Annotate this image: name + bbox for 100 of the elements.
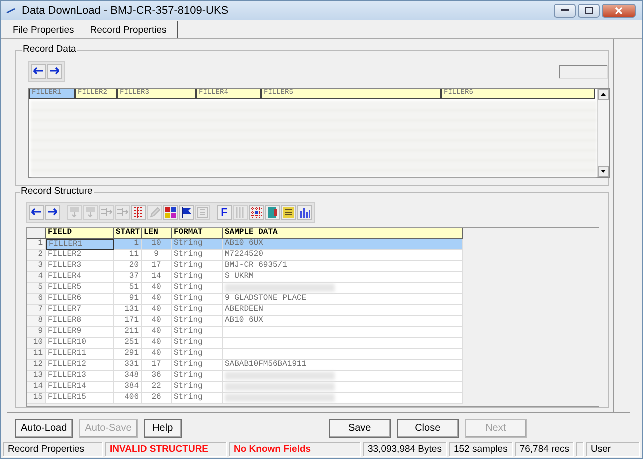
table-cell: 406	[114, 393, 142, 404]
dialog-button[interactable]: Help	[144, 418, 182, 438]
table-cell: FILLER6	[46, 294, 114, 305]
table-cell: 40	[142, 294, 172, 305]
table-cell: FILLER2	[46, 250, 114, 261]
toolbar-button[interactable]	[45, 205, 60, 220]
row-number: 12	[27, 360, 46, 371]
status-text: Record Properties	[3, 442, 103, 457]
dotted-grid-icon	[250, 206, 263, 219]
table-cell: 11	[114, 250, 142, 261]
row-number: 15	[27, 393, 46, 404]
status-panel	[576, 442, 584, 457]
minimize-icon	[561, 9, 569, 12]
table-cell: 384	[114, 382, 142, 393]
close-button[interactable]	[602, 4, 636, 18]
table-cell: 331	[114, 360, 142, 371]
row-number: 2	[27, 250, 46, 261]
row-number: 7	[27, 305, 46, 316]
row-number: 1	[27, 239, 46, 250]
table-cell: FILLER7	[46, 305, 114, 316]
table-cell: 26	[142, 393, 172, 404]
table-cell: String	[172, 393, 223, 404]
table-cell: 10	[142, 239, 172, 250]
column-header: FIELD	[46, 228, 114, 239]
table-cell: FILLER4	[46, 272, 114, 283]
toolbar-button[interactable]	[297, 205, 312, 220]
row-number: 11	[27, 349, 46, 360]
input-field[interactable]	[559, 65, 608, 79]
table-cell: FILLER1	[46, 239, 114, 250]
dashed-lines-icon	[132, 206, 145, 219]
table-cell: 22	[142, 382, 172, 393]
table-cell: String	[172, 294, 223, 305]
columns-icon	[234, 206, 247, 219]
window-title: Data DownLoad - BMJ-CR-357-8109-UKS	[22, 4, 229, 16]
status-text: No Known Fields	[229, 442, 361, 457]
table-cell: 291	[114, 349, 142, 360]
scroll-down-button[interactable]	[598, 166, 609, 177]
row-insert-icon	[84, 206, 97, 219]
table-cell: S UKRM	[223, 272, 463, 283]
table-cell: 131	[114, 305, 142, 316]
toolbar-button[interactable]	[179, 205, 194, 220]
table-cell: String	[172, 382, 223, 393]
table-cell: 17	[142, 360, 172, 371]
table-cell: String	[172, 371, 223, 382]
row-insert-icon	[68, 206, 81, 219]
status-text: INVALID STRUCTURE	[105, 442, 227, 457]
row-number: 9	[27, 327, 46, 338]
table-cell: SABAB10FM56BA1911	[223, 360, 463, 371]
split-icon	[116, 206, 129, 219]
tab[interactable]: File Properties	[7, 21, 84, 38]
scroll-up-button[interactable]	[598, 89, 609, 100]
table-cell: 37	[114, 272, 142, 283]
row-number: 10	[27, 338, 46, 349]
table-cell: FILLER12	[46, 360, 114, 371]
pencil-icon	[148, 206, 161, 219]
flag-icon	[180, 206, 193, 219]
list-box-icon	[196, 206, 209, 219]
color-blocks-icon	[164, 206, 177, 219]
table-cell: AB10 6UX	[223, 316, 463, 327]
toolbar-button[interactable]	[281, 205, 296, 220]
toolbar-button[interactable]	[31, 64, 46, 79]
table-cell: FILLER5	[46, 283, 114, 294]
toolbar-button[interactable]	[47, 64, 62, 79]
minimize-button[interactable]	[554, 4, 576, 18]
row-number: 8	[27, 316, 46, 327]
table-cell: 20	[114, 261, 142, 272]
table-cell: String	[172, 338, 223, 349]
close-icon	[615, 6, 623, 14]
table-cell: 9 GLADSTONE PLACE	[223, 294, 463, 305]
toolbar-button[interactable]: F	[217, 205, 232, 220]
table-cell: 211	[114, 327, 142, 338]
toolbar-button[interactable]	[249, 205, 264, 220]
dialog-button[interactable]: Auto-Load	[15, 418, 74, 438]
table-cell: 251	[114, 338, 142, 349]
status-text: 76,784 recs	[514, 442, 574, 457]
table-cell: String	[172, 305, 223, 316]
table-cell: 40	[142, 327, 172, 338]
table-cell: 40	[142, 349, 172, 360]
table-cell: FILLER10	[46, 338, 114, 349]
row-number: 13	[27, 371, 46, 382]
toolbar-button[interactable]	[265, 205, 280, 220]
maximize-button[interactable]	[578, 4, 600, 18]
table-cell: 40	[142, 305, 172, 316]
table-cell: 14	[142, 272, 172, 283]
table-cell: String	[172, 272, 223, 283]
status-text: 152 samples	[448, 442, 513, 457]
table-cell: 1	[114, 239, 142, 250]
column-header: LEN	[142, 228, 172, 239]
group-title: Record Data	[22, 44, 78, 55]
table-cell: AB10 6UX	[223, 239, 463, 250]
table-cell: String	[172, 283, 223, 294]
dialog-button[interactable]: Save	[328, 418, 391, 438]
table-cell: FILLER3	[46, 261, 114, 272]
table-cell: 17	[142, 261, 172, 272]
status-text: User	[586, 442, 640, 457]
toolbar-button[interactable]	[163, 205, 178, 220]
toolbar-button[interactable]	[29, 205, 44, 220]
table-cell: String	[172, 327, 223, 338]
dialog-button[interactable]: Close	[396, 418, 459, 438]
table-cell: BMJ-CR 6935/1	[223, 261, 463, 272]
